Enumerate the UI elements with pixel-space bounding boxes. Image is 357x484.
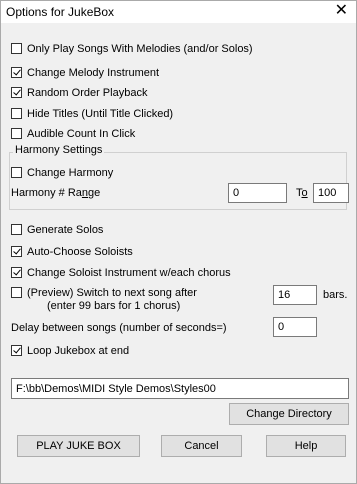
checkbox-label: Change Melody Instrument: [27, 66, 160, 79]
change-harmony-checkbox[interactable]: Change Harmony: [11, 165, 113, 180]
checkbox-label: Auto-Choose Soloists: [27, 245, 133, 258]
preview-switch-checkbox[interactable]: (Preview) Switch to next song after: [11, 285, 197, 300]
harmony-range-label: Harmony # Range: [11, 187, 101, 199]
dialog-window: Options for JukeBox ✕ Only Play Songs Wi…: [0, 0, 357, 484]
preview-bars-input[interactable]: 16: [273, 285, 317, 305]
checkbox-box[interactable]: [11, 128, 22, 139]
random-order-playback-checkbox[interactable]: Random Order Playback: [11, 85, 147, 100]
checkbox-label: Change Harmony: [27, 166, 114, 179]
checkbox-box[interactable]: [11, 108, 22, 119]
checkbox-label: Hide Titles (Until Title Clicked): [27, 107, 174, 120]
checkbox-label: Loop Jukebox at end: [27, 344, 130, 357]
change-directory-button[interactable]: Change Directory: [229, 403, 349, 425]
cancel-button[interactable]: Cancel: [161, 435, 242, 457]
harmony-range-to-input[interactable]: 100: [313, 183, 349, 203]
checkbox-box[interactable]: [11, 87, 22, 98]
change-soloist-instrument-checkbox[interactable]: Change Soloist Instrument w/each chorus: [11, 265, 231, 280]
checkbox-box[interactable]: [11, 246, 22, 257]
checkbox-label: Change Soloist Instrument w/each chorus: [27, 266, 231, 279]
delay-label: Delay between songs (number of seconds=): [11, 322, 227, 334]
checkbox-box[interactable]: [11, 345, 22, 356]
hide-titles-checkbox[interactable]: Hide Titles (Until Title Clicked): [11, 106, 173, 121]
checkbox-label: (Preview) Switch to next song after: [27, 286, 197, 299]
title-bar: Options for JukeBox ✕: [1, 1, 356, 23]
play-jukebox-button[interactable]: PLAY JUKE BOX: [17, 435, 140, 457]
auto-choose-soloists-checkbox[interactable]: Auto-Choose Soloists: [11, 244, 133, 259]
delay-seconds-input[interactable]: 0: [273, 317, 317, 337]
change-melody-instrument-checkbox[interactable]: Change Melody Instrument: [11, 65, 159, 80]
harmony-range-from-input[interactable]: 0: [228, 183, 287, 203]
help-button[interactable]: Help: [266, 435, 346, 457]
checkbox-box[interactable]: [11, 67, 22, 78]
checkbox-box[interactable]: [11, 224, 22, 235]
harmony-settings-label: Harmony Settings: [13, 144, 105, 156]
directory-path-input[interactable]: F:\bb\Demos\MIDI Style Demos\Styles00: [11, 378, 349, 399]
checkbox-label: Only Play Songs With Melodies (and/or So…: [27, 42, 253, 55]
only-play-melodies-checkbox[interactable]: Only Play Songs With Melodies (and/or So…: [11, 41, 253, 56]
checkbox-box[interactable]: [11, 287, 22, 298]
preview-hint-label: (enter 99 bars for 1 chorus): [47, 300, 181, 312]
checkbox-label: Audible Count In Click: [27, 127, 136, 140]
checkbox-label: Random Order Playback: [27, 86, 148, 99]
generate-solos-checkbox[interactable]: Generate Solos: [11, 222, 103, 237]
harmony-settings-group: [9, 152, 347, 210]
checkbox-box[interactable]: [11, 267, 22, 278]
audible-count-in-checkbox[interactable]: Audible Count In Click: [11, 126, 135, 141]
close-icon[interactable]: ✕: [335, 2, 348, 20]
preview-bars-unit-label: bars.: [323, 289, 348, 301]
harmony-range-to-label: To: [296, 187, 308, 199]
window-title: Options for JukeBox: [6, 5, 115, 19]
checkbox-box[interactable]: [11, 167, 22, 178]
loop-jukebox-checkbox[interactable]: Loop Jukebox at end: [11, 343, 129, 358]
checkbox-label: Generate Solos: [27, 223, 104, 236]
checkbox-box[interactable]: [11, 43, 22, 54]
